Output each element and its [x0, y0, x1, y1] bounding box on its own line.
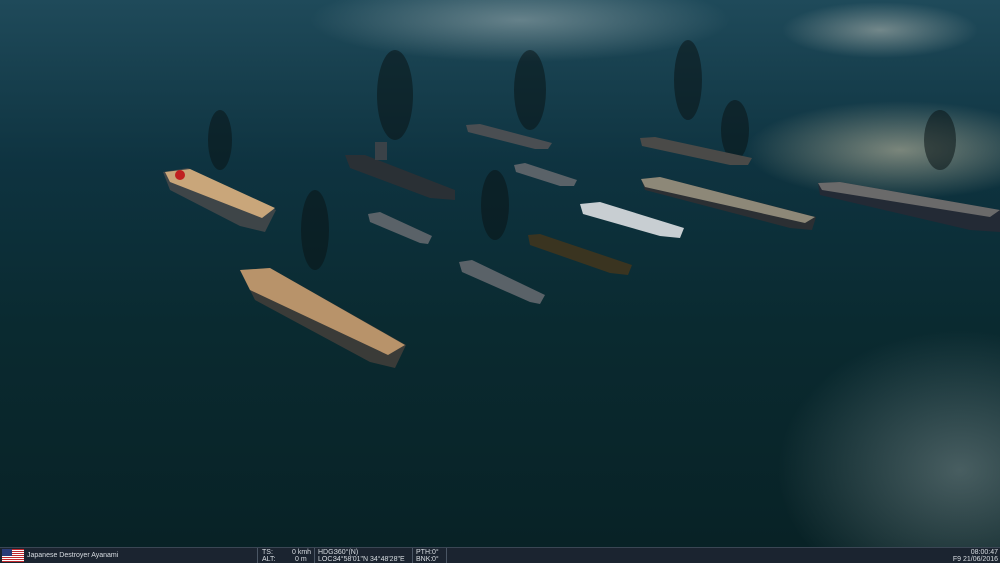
3d-viewport[interactable] [0, 0, 1000, 547]
time-display: 08:00:47 [970, 549, 998, 556]
us-flag-icon [2, 549, 24, 562]
ship-white-vessel[interactable] [580, 202, 684, 238]
divider [412, 548, 413, 563]
smoke-plumes [208, 40, 956, 270]
ship-freighter[interactable] [528, 234, 632, 275]
ts-label: TS: [262, 549, 273, 556]
divider [314, 548, 315, 563]
hdg-value: 360°(N) [334, 549, 359, 556]
hdg-label: HDG: [318, 549, 336, 556]
ship-carrier-4[interactable] [818, 182, 1000, 232]
ship-carrier-2[interactable] [240, 268, 406, 368]
pth-value: 0° [432, 549, 439, 556]
divider [257, 548, 258, 563]
ts-value: 0 kmh [292, 549, 312, 556]
sea-scene [163, 40, 1000, 368]
divider [446, 548, 447, 563]
status-bar: Japanese Destroyer Ayanami TS: 0 kmh ALT… [0, 547, 1000, 563]
ship-carrier-3[interactable] [641, 177, 816, 230]
ship-carrier-6[interactable] [466, 124, 552, 149]
ship-carrier-1[interactable] [163, 168, 276, 232]
ship-cruiser-1[interactable] [345, 142, 455, 200]
unit-name: Japanese Destroyer Ayanami [27, 552, 119, 559]
pth-label: PTH: [416, 549, 432, 556]
